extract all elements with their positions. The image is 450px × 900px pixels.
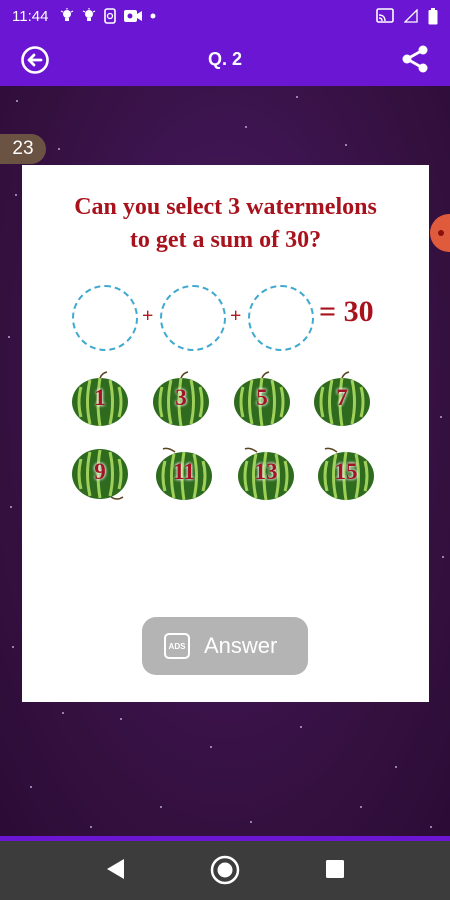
dot-icon [150, 13, 156, 19]
watermelon-number: 11 [173, 459, 195, 484]
question-line-2: to get a sum of 30? [129, 227, 322, 253]
watermelon-option[interactable]: 15 [317, 445, 375, 501]
video-icon [124, 9, 143, 23]
watermelon-number: 3 [175, 385, 187, 410]
recents-square-icon [326, 860, 344, 878]
nav-recents-button[interactable] [325, 859, 345, 884]
system-nav-bar [0, 841, 450, 900]
answer-slot-2[interactable] [160, 285, 226, 351]
watermelon-option[interactable]: 3 [152, 371, 210, 427]
answer-slot-1[interactable] [72, 285, 138, 351]
watermelon-option[interactable]: 13 [237, 445, 295, 501]
app-bar: Q. 2 [0, 32, 450, 86]
watermelon-option[interactable]: 7 [313, 371, 371, 427]
signal-icon [404, 9, 418, 23]
phone-sync-icon [104, 8, 117, 24]
status-bar: 11:44 [0, 0, 450, 32]
answer-button-label: Answer [204, 633, 278, 658]
watermelon-number: 13 [254, 459, 278, 484]
share-icon [402, 45, 428, 73]
puzzle-card: Can you select 3 watermelons to get a su… [22, 165, 429, 702]
lightbulb-icon [60, 8, 74, 24]
watermelon-option[interactable]: 11 [155, 445, 213, 501]
plus-sign: + [230, 305, 242, 327]
watermelon-number: 15 [334, 459, 358, 484]
watermelon-number: 1 [94, 385, 106, 410]
level-badge: 23 [0, 134, 46, 164]
watermelon-option[interactable]: 1 [71, 371, 129, 427]
cast-icon [376, 8, 394, 24]
battery-icon [428, 7, 438, 25]
page-title: Q. 2 [207, 48, 242, 69]
lightbulb-icon [82, 8, 96, 24]
back-arrow-circle-icon [21, 46, 49, 74]
watermelon-number: 9 [94, 459, 106, 484]
status-right [376, 7, 438, 25]
question-line-1: Can you select 3 watermelons [74, 194, 377, 220]
equation-result: = 30 [319, 295, 374, 328]
answer-slot-3[interactable] [248, 285, 314, 351]
ads-icon: ADS [164, 633, 190, 659]
home-circle-icon [210, 855, 240, 885]
watermelon-option[interactable]: 9 [71, 445, 129, 501]
status-time: 11:44 [12, 7, 49, 25]
watermelon-number: 5 [256, 385, 268, 410]
back-button[interactable] [20, 45, 50, 75]
share-button[interactable] [400, 44, 430, 74]
back-triangle-icon [107, 859, 124, 879]
answer-button[interactable]: ADS Answer [142, 617, 308, 675]
watermelon-option[interactable]: 5 [233, 371, 291, 427]
nav-home-button[interactable] [210, 855, 240, 890]
nav-back-button[interactable] [104, 857, 126, 886]
status-left: 11:44 [12, 8, 156, 25]
question-text: Can you select 3 watermelons to get a su… [22, 191, 429, 257]
watermelon-number: 7 [336, 385, 348, 410]
plus-sign: + [142, 305, 154, 327]
